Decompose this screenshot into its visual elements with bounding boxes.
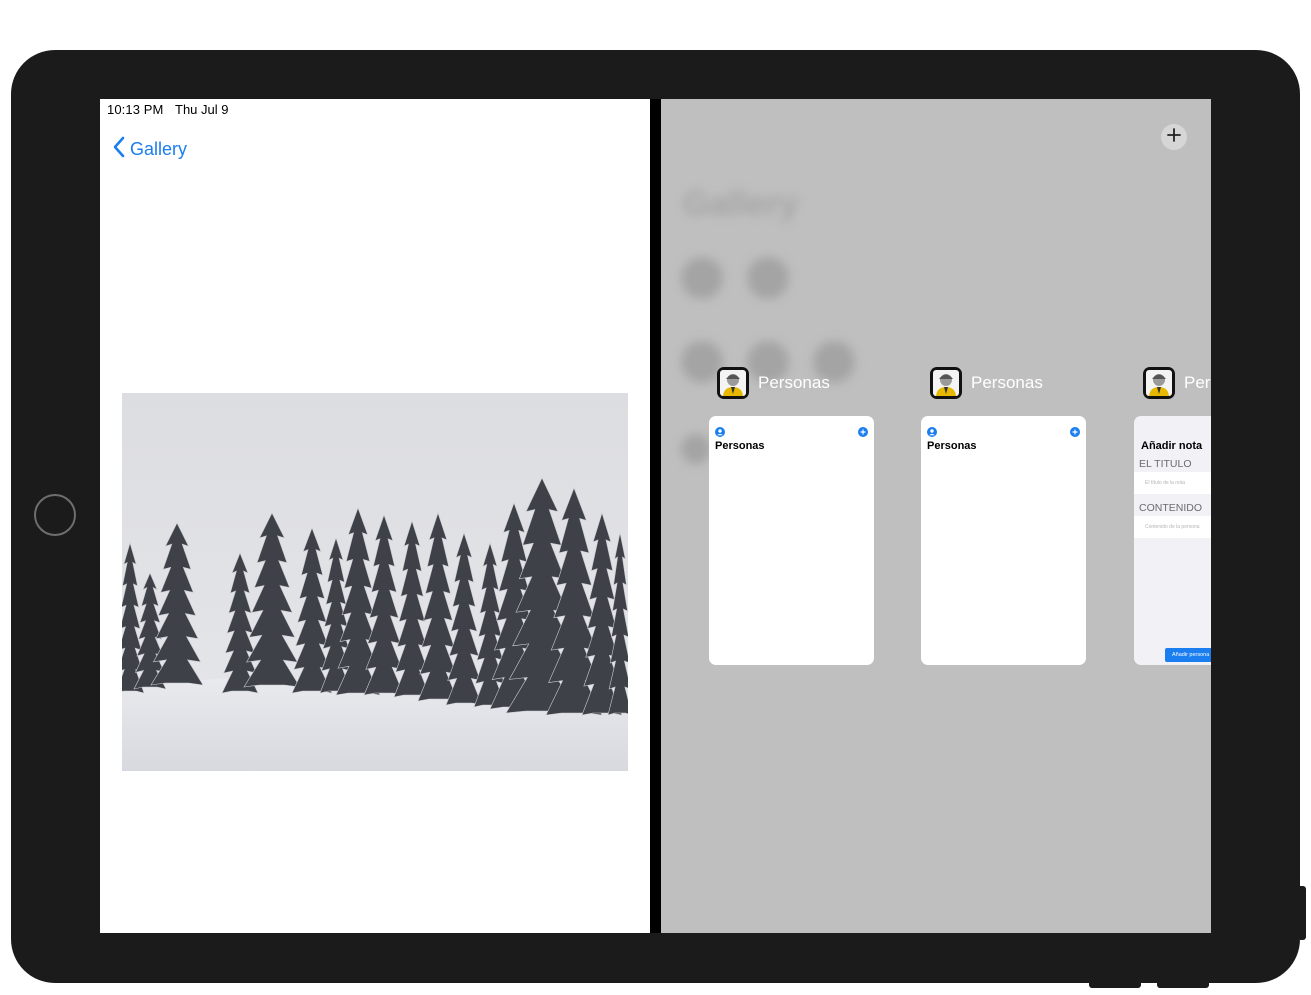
app-name: Personas	[758, 373, 830, 392]
title-field-placeholder: El título de la nota	[1145, 480, 1186, 486]
card-title: Personas	[715, 440, 765, 452]
add-window-button[interactable]	[1161, 124, 1187, 150]
back-label: Gallery	[130, 138, 188, 159]
volume-down-button[interactable]	[1089, 983, 1141, 988]
chevron-left-icon	[112, 135, 126, 164]
blurred-thumbnail	[681, 257, 723, 299]
add-circle-icon[interactable]	[1070, 424, 1080, 442]
photo-detail-pane: 10:13 PM Thu Jul 9 Gallery	[100, 99, 650, 933]
status-time: 10:13 PM	[107, 102, 164, 117]
add-person-button[interactable]: Añadir persona	[1165, 648, 1211, 662]
snowy-forest-photo	[115, 393, 633, 771]
app-header[interactable]: Personas	[930, 367, 1043, 399]
content-field-label: CONTENIDO	[1139, 502, 1202, 514]
content-field-placeholder: Contenido de la persona	[1145, 524, 1200, 530]
background-title: Gallery	[683, 185, 799, 223]
app-window-card[interactable]: Personas	[709, 416, 874, 665]
split-view-divider[interactable]	[650, 99, 661, 933]
add-circle-icon[interactable]	[858, 424, 868, 442]
app-header[interactable]: Personas	[1143, 367, 1211, 399]
note-form-title: Añadir nota	[1141, 440, 1203, 452]
card-title: Personas	[927, 440, 977, 452]
side-button[interactable]	[1300, 886, 1306, 940]
screen: 10:13 PM Thu Jul 9 Gallery Gallery Perso…	[100, 99, 1211, 933]
volume-up-button[interactable]	[1157, 983, 1209, 988]
plus-icon	[1167, 127, 1181, 147]
app-name: Personas	[1184, 373, 1211, 392]
app-header[interactable]: Personas	[717, 367, 830, 399]
blurred-thumbnail	[681, 434, 711, 464]
title-field-label: EL TITULO	[1139, 458, 1192, 470]
personas-app-icon	[1143, 367, 1175, 399]
status-date: Thu Jul 9	[175, 102, 229, 117]
app-name: Personas	[971, 373, 1043, 392]
personas-app-icon	[717, 367, 749, 399]
app-window-card[interactable]: Personas	[921, 416, 1086, 665]
app-window-card[interactable]: Añadir nota EL TITULO El título de la no…	[1134, 416, 1211, 665]
personas-app-icon	[930, 367, 962, 399]
home-button[interactable]	[34, 494, 76, 536]
blurred-thumbnail	[747, 257, 789, 299]
app-switcher-pane: Gallery Personas Personas Per Personas P…	[661, 99, 1211, 933]
back-button[interactable]: Gallery	[112, 135, 187, 163]
